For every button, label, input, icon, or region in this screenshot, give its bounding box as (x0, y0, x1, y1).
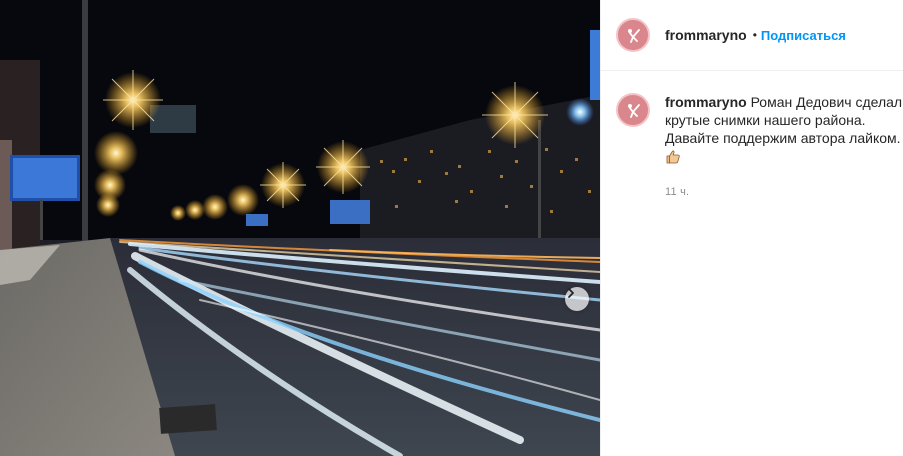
chevron-right-icon (568, 288, 574, 298)
caption-avatar[interactable] (616, 93, 650, 127)
separator-dot: • (752, 28, 757, 42)
thumbs-up-icon (665, 149, 681, 169)
post-side-panel: frommaryno • Подписаться frommaryno Рома… (600, 0, 903, 456)
post-timestamp[interactable]: 11 ч. (665, 183, 903, 201)
caption-comment: frommaryno Роман Дедович сделал крутые с… (601, 71, 903, 201)
caption-username[interactable]: frommaryno (665, 94, 747, 110)
person-logo-icon (628, 104, 640, 118)
post-header: frommaryno • Подписаться (601, 0, 903, 71)
follow-button[interactable]: Подписаться (761, 28, 846, 43)
night-road-image (0, 0, 600, 456)
person-logo-icon (628, 29, 640, 43)
next-image-button[interactable] (565, 287, 589, 311)
avatar[interactable] (616, 18, 650, 52)
header-username[interactable]: frommaryno (665, 27, 747, 43)
instagram-post: frommaryno • Подписаться frommaryno Рома… (0, 0, 903, 456)
caption-body: frommaryno Роман Дедович сделал крутые с… (665, 93, 903, 201)
post-photo[interactable] (0, 0, 600, 456)
